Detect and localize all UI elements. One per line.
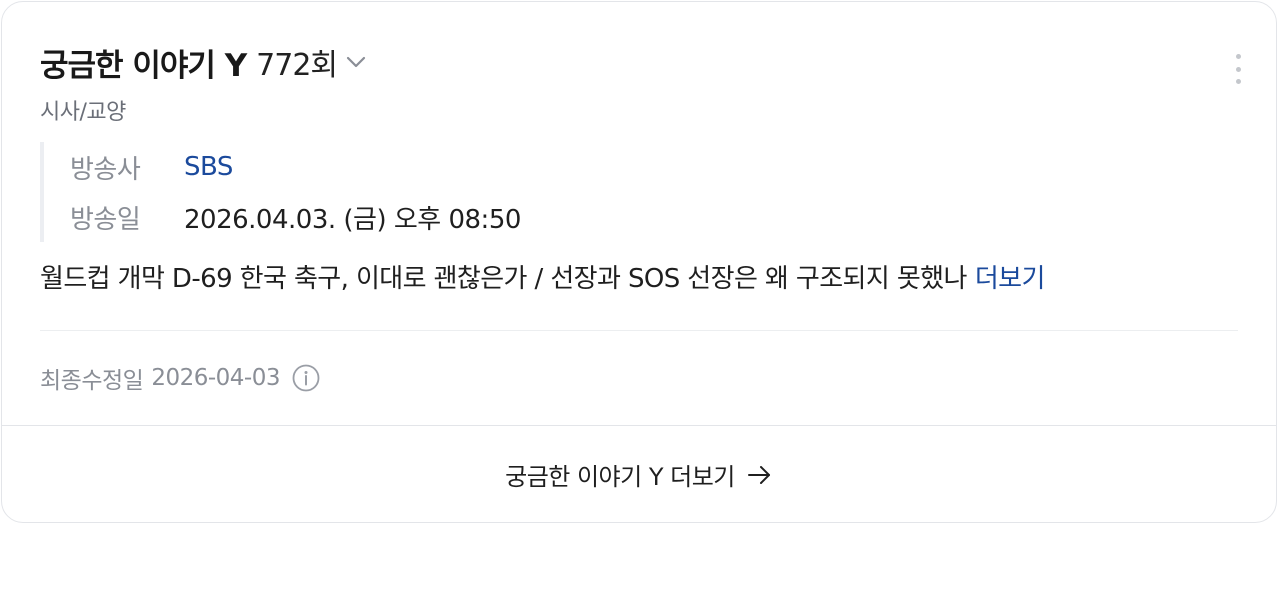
episode-description: 월드컵 개막 D-69 한국 축구, 이대로 괜찮은가 / 선장과 SOS 선장…: [40, 257, 1240, 301]
airdate-row: 방송일 2026.04.03. (금) 오후 08:50: [70, 192, 1170, 242]
program-title[interactable]: 궁금한 이야기 Y: [40, 40, 247, 85]
divider: [40, 330, 1238, 331]
program-card: 궁금한 이야기 Y 772회 시사/교양 방송사 SBS 방송일 2026.04…: [1, 1, 1277, 523]
updated-date: 2026-04-03: [151, 365, 280, 391]
program-more-link[interactable]: 궁금한 이야기 Y 더보기: [2, 426, 1276, 522]
chevron-down-icon[interactable]: [345, 51, 367, 73]
more-vertical-icon[interactable]: [1230, 54, 1246, 84]
airdate-value: 2026.04.03. (금) 오후 08:50: [184, 204, 521, 235]
description-more-link[interactable]: 더보기: [975, 264, 1046, 294]
arrow-right-icon: [747, 464, 773, 486]
broadcaster-link[interactable]: SBS: [184, 152, 233, 182]
broadcaster-label: 방송사: [70, 154, 141, 185]
airdate-label: 방송일: [70, 204, 141, 235]
last-updated: 최종수정일 2026-04-03: [40, 358, 320, 398]
info-icon[interactable]: [292, 364, 320, 392]
updated-label: 최종수정일: [40, 368, 144, 394]
description-text: 월드컵 개막 D-69 한국 축구, 이대로 괜찮은가 / 선장과 SOS 선장…: [40, 264, 967, 294]
broadcaster-row: 방송사 SBS: [70, 142, 1170, 192]
title-row: 궁금한 이야기 Y 772회: [40, 40, 367, 84]
program-category: 시사/교양: [40, 100, 126, 125]
episode-number[interactable]: 772회: [256, 40, 338, 84]
footer-link-label: 궁금한 이야기 Y 더보기: [505, 463, 735, 491]
broadcast-info: 방송사 SBS 방송일 2026.04.03. (금) 오후 08:50: [40, 142, 1170, 242]
